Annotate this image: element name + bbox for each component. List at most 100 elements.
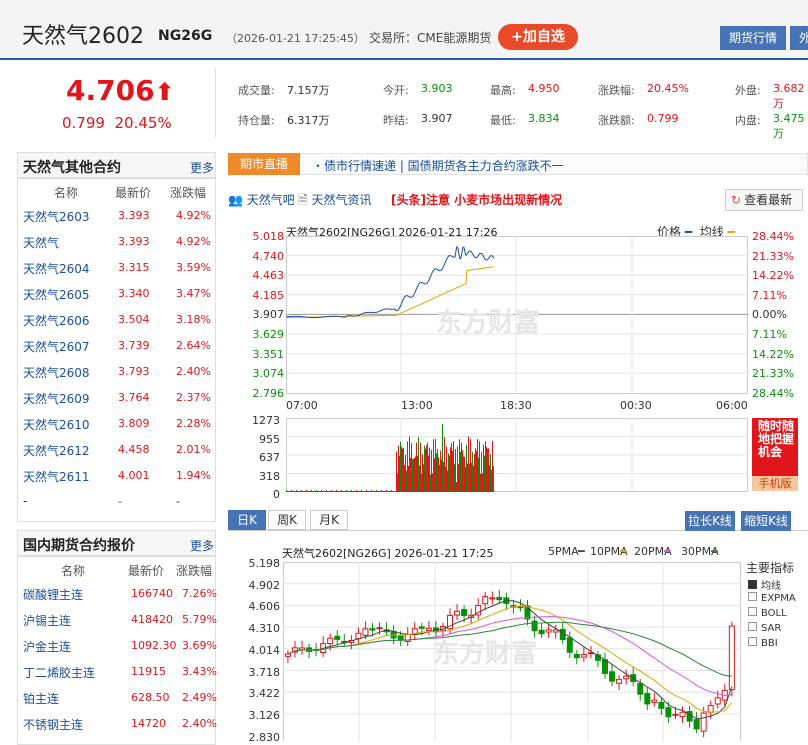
table-row[interactable]: 天然气2612 4.458 2.01% <box>18 437 215 463</box>
table-row[interactable]: 铂主连 628.50 2.49% <box>18 685 217 711</box>
y-pct-label: 28.44% <box>752 230 794 243</box>
quote-value: 3.903 <box>421 82 453 95</box>
forum-link[interactable]: 👥 天然气吧 <box>228 191 295 208</box>
more-button[interactable]: 外 <box>790 26 808 50</box>
quote-label: 涨跌幅: <box>598 84 635 97</box>
row-name[interactable]: 天然气2612 <box>23 442 90 459</box>
indicator-option[interactable]: EXPMA <box>748 592 796 604</box>
row-price: 418420 <box>131 613 173 626</box>
checkbox[interactable] <box>748 622 757 631</box>
table-row[interactable]: 天然气2609 3.764 2.37% <box>18 385 215 411</box>
row-change: - <box>176 495 180 508</box>
table-row[interactable]: 丁二烯胶主连 11915 3.43% <box>18 659 217 685</box>
row-change: 1.94% <box>176 469 211 482</box>
indicator-label: 均线 <box>761 581 781 592</box>
panel-header: 天然气其他合约 更多 <box>18 153 215 179</box>
row-name[interactable]: 天然气2610 <box>23 416 90 433</box>
shrink-kline-button[interactable]: 缩短K线 <box>741 511 791 531</box>
indicator-option[interactable]: 均线 <box>748 577 781 592</box>
row-name[interactable]: 丁二烯胶主连 <box>23 664 95 681</box>
indicator-option[interactable]: BBI <box>748 637 778 649</box>
checkbox[interactable] <box>748 607 757 616</box>
more-link[interactable]: 更多 <box>190 159 214 176</box>
row-name[interactable]: 天然气2604 <box>23 260 90 277</box>
kline-y-tick: 2.830 <box>248 730 281 744</box>
tab-daily-k[interactable]: 日K <box>228 510 266 530</box>
table-row[interactable]: 天然气2611 4.001 1.94% <box>18 463 215 489</box>
mobile-ad[interactable]: 随时随地把握机会 <box>752 418 798 476</box>
table-row[interactable]: 天然气2603 3.393 4.92% <box>18 203 215 229</box>
tab-weekly-k[interactable]: 周K <box>268 510 306 530</box>
view-latest-button[interactable]: ↻ 查看最新 <box>725 189 803 211</box>
row-name[interactable]: 天然气2607 <box>23 338 90 355</box>
candle-body <box>679 711 686 718</box>
quote-label: 最低: <box>490 114 516 127</box>
stretch-kline-button[interactable]: 拉长K线 <box>685 511 735 531</box>
row-price: 14720 <box>131 717 166 730</box>
headline-link[interactable]: [头条]注意 小麦市场出现新情况 <box>391 191 562 208</box>
candle-body <box>658 701 665 709</box>
futures-quote-button[interactable]: 期货行情 <box>720 26 786 50</box>
candle-body <box>693 719 700 730</box>
table-row[interactable]: 天然气2604 3.315 3.59% <box>18 255 215 281</box>
row-price: 3.393 <box>118 209 150 222</box>
kline-y-tick: 3.422 <box>248 687 281 701</box>
row-name[interactable]: 碳酸锂主连 <box>23 586 83 603</box>
table-row[interactable]: 天然气2605 3.340 3.47% <box>18 281 215 307</box>
news-items[interactable]: ・债市行情速递 | 国债期货各主力合约涨跌不一 <box>312 157 564 174</box>
add-favorite-button[interactable]: +加自选 <box>498 24 578 50</box>
candle-body <box>580 654 587 658</box>
table-row[interactable]: 天然气2608 3.793 2.40% <box>18 359 215 385</box>
indicator-option[interactable]: SAR <box>748 622 781 634</box>
checkbox[interactable] <box>748 592 757 601</box>
row-price: 3.764 <box>118 391 150 404</box>
table-row[interactable]: 沪金主连 1092.30 3.69% <box>18 633 217 659</box>
row-name[interactable]: 天然气2605 <box>23 286 90 303</box>
live-tag[interactable]: 期市直播 <box>228 153 300 175</box>
indicator-option[interactable]: BOLL <box>748 607 787 619</box>
candle-body <box>454 610 461 616</box>
row-change: 7.26% <box>182 587 217 600</box>
ma-legend-swatch: ━ <box>578 545 585 558</box>
row-name[interactable]: 铂主连 <box>23 690 59 707</box>
row-name[interactable]: 天然气2609 <box>23 390 90 407</box>
quote-label: 今开: <box>383 84 409 97</box>
quote-label: 昨结: <box>383 114 409 127</box>
table-row[interactable]: 天然气2607 3.739 2.64% <box>18 333 215 359</box>
row-name[interactable]: 不锈钢主连 <box>23 716 83 733</box>
candle-body <box>700 712 707 732</box>
table-row[interactable]: --- <box>18 489 215 515</box>
volume-tick-label: 1273 <box>252 414 280 427</box>
table-row[interactable]: 天然气2610 3.809 2.28% <box>18 411 215 437</box>
tab-monthly-k[interactable]: 月K <box>310 510 348 530</box>
candle-body <box>644 693 651 705</box>
quote-label: 最高: <box>490 84 516 97</box>
column-header: 涨跌幅 <box>170 186 207 200</box>
table-row[interactable]: 天然气 3.393 4.92% <box>18 229 215 255</box>
candle-body <box>672 713 679 716</box>
table-row[interactable]: 不锈钢主连 14720 2.40% <box>18 711 217 737</box>
ma-legend-item: 5PMA <box>548 545 579 558</box>
more-link[interactable]: 更多 <box>190 537 214 554</box>
row-name[interactable]: 天然气2611 <box>23 468 90 485</box>
quote-label: 外盘: <box>735 84 761 97</box>
table-row[interactable]: 天然气2606 3.504 3.18% <box>18 307 215 333</box>
candle-body <box>461 609 468 616</box>
domestic-futures-panel: 国内期货合约报价 更多 名称 最新价 涨跌幅 碳酸锂主连 166740 7.26% 沪锡主连… <box>17 530 217 745</box>
row-name[interactable]: 沪锡主连 <box>23 612 71 629</box>
checkbox[interactable] <box>748 637 757 646</box>
contracts-table: 名称 最新价 涨跌幅 天然气2603 3.393 4.92% 天然气 3.393 4.92% 天然… <box>18 179 215 515</box>
table-row[interactable]: 沪锡主连 418420 5.79% <box>18 607 217 633</box>
last-price: 4.706⬆ <box>66 74 175 107</box>
checkbox[interactable] <box>748 580 757 589</box>
table-row[interactable]: 碳酸锂主连 166740 7.26% <box>18 581 217 607</box>
info-link[interactable]: 🗎 天然气资讯 <box>298 191 372 212</box>
row-name[interactable]: 天然气2603 <box>23 208 90 225</box>
row-name[interactable]: 沪金主连 <box>23 638 71 655</box>
row-name[interactable]: 天然气2608 <box>23 364 90 381</box>
y-tick-label: 5.018 <box>252 230 285 243</box>
mobile-version-link[interactable]: 手机版 <box>752 476 798 491</box>
row-name[interactable]: 天然气2606 <box>23 312 90 329</box>
row-name[interactable]: - <box>23 494 27 508</box>
row-name[interactable]: 天然气 <box>23 234 59 251</box>
